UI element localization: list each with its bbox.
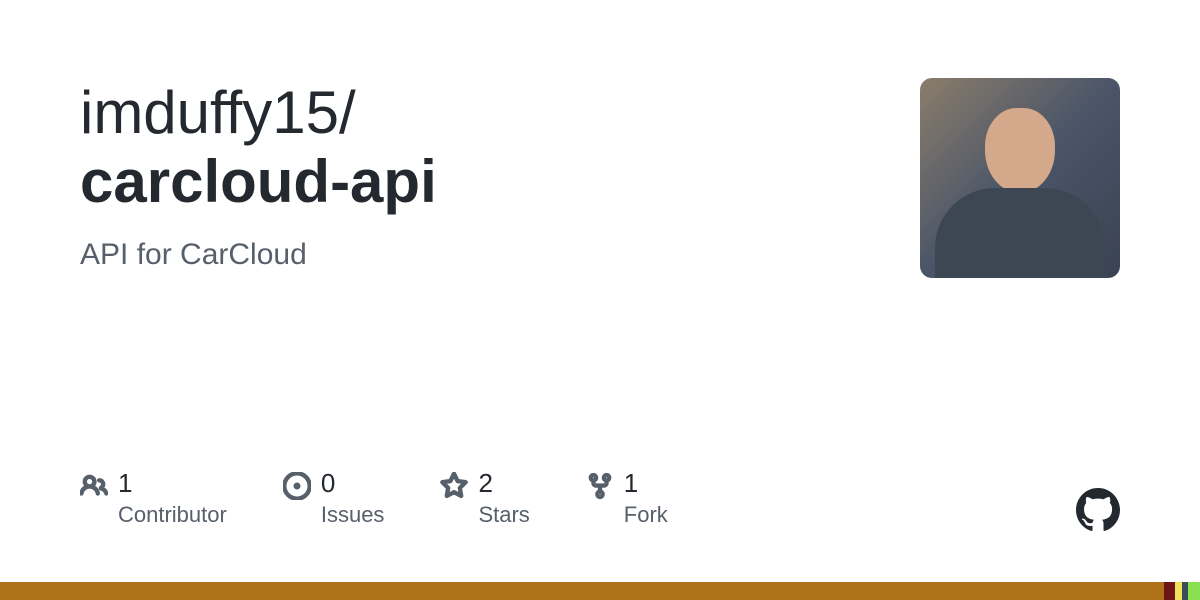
repo-name[interactable]: carcloud-api: [80, 148, 437, 215]
language-segment: [0, 582, 1164, 600]
stat-label: Contributor: [118, 502, 227, 528]
stat-contributors[interactable]: 1 Contributor: [80, 470, 227, 528]
stat-issues[interactable]: 0 Issues: [283, 470, 385, 528]
language-segment: [1188, 582, 1200, 600]
stat-stars[interactable]: 2 Stars: [440, 470, 529, 528]
language-segment: [1175, 582, 1182, 600]
stat-count: 1: [624, 470, 668, 496]
stat-label: Stars: [478, 502, 529, 528]
star-icon: [440, 472, 468, 500]
fork-icon: [586, 472, 614, 500]
stats-row: 1 Contributor 0 Issues 2 Stars 1 Fork: [80, 470, 668, 528]
stat-count: 1: [118, 470, 227, 496]
repo-owner[interactable]: imduffy15: [80, 79, 339, 146]
stat-count: 0: [321, 470, 385, 496]
language-segment: [1164, 582, 1175, 600]
repo-separator: /: [339, 79, 356, 146]
stat-label: Fork: [624, 502, 668, 528]
language-bar: [0, 582, 1200, 600]
issue-icon: [283, 472, 311, 500]
stat-count: 2: [478, 470, 529, 496]
people-icon: [80, 472, 108, 500]
repo-description: API for CarCloud: [80, 238, 880, 272]
avatar[interactable]: [920, 78, 1120, 278]
repo-title: imduffy15/ carcloud-api: [80, 78, 880, 216]
github-icon[interactable]: [1076, 488, 1120, 532]
stat-label: Issues: [321, 502, 385, 528]
stat-forks[interactable]: 1 Fork: [586, 470, 668, 528]
